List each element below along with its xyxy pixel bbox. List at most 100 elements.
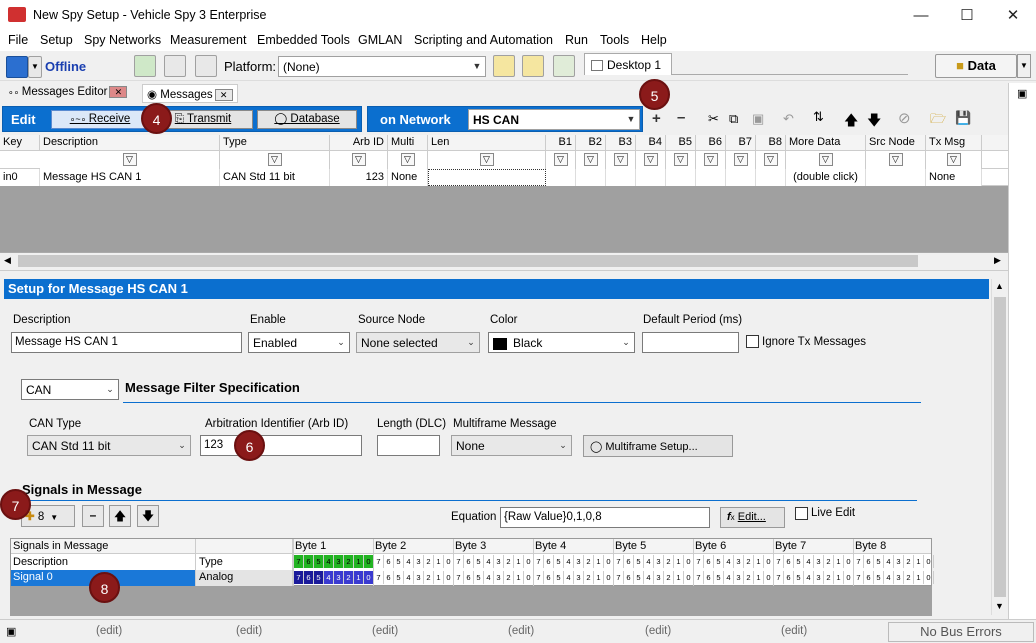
can-type-select[interactable]: CAN Std 11 bit ⌄ [27, 435, 191, 456]
database-gear-icon[interactable] [522, 55, 544, 77]
bit-cell[interactable]: 4 [644, 555, 654, 568]
bit-cell[interactable]: 5 [794, 555, 804, 568]
bit-cell[interactable]: 6 [704, 571, 714, 584]
bit-cell[interactable]: 0 [924, 555, 934, 568]
menu-embedded-tools[interactable]: Embedded Tools [257, 33, 350, 47]
save-icon[interactable]: 💾 [955, 110, 971, 126]
signal-bit-cell[interactable]: 4 [324, 571, 334, 584]
bit-cell[interactable]: 4 [484, 571, 494, 584]
wrench-icon[interactable] [553, 55, 575, 77]
signal-bit-cell[interactable]: 7 [294, 555, 304, 568]
play-dropdown-icon[interactable]: ▼ [28, 56, 42, 78]
signal-name[interactable]: Signal 0 [13, 571, 53, 583]
signal-bit-cell[interactable]: 2 [344, 555, 354, 568]
status-edit-4[interactable]: (edit) [508, 625, 534, 637]
menu-help[interactable]: Help [641, 33, 667, 47]
column-header-more-data[interactable]: More Data [786, 135, 866, 151]
cell-tx-msg[interactable]: None [926, 169, 982, 186]
bit-cell[interactable]: 6 [384, 555, 394, 568]
bit-cell[interactable]: 4 [724, 555, 734, 568]
status-edit-6[interactable]: (edit) [781, 625, 807, 637]
bit-cell[interactable]: 1 [514, 571, 524, 584]
bit-cell[interactable]: 5 [554, 555, 564, 568]
bit-cell[interactable]: 2 [744, 571, 754, 584]
bit-cell[interactable]: 1 [594, 555, 604, 568]
bit-cell[interactable]: 6 [544, 555, 554, 568]
column-header-key[interactable]: Key [0, 135, 40, 151]
bit-cell[interactable]: 7 [614, 555, 624, 568]
menu-setup[interactable]: Setup [40, 33, 73, 47]
bit-cell[interactable]: 1 [914, 571, 924, 584]
bit-cell[interactable]: 5 [874, 555, 884, 568]
signal-bit-cell[interactable]: 5 [314, 555, 324, 568]
cell-b5[interactable] [666, 169, 696, 186]
menu-measurement[interactable]: Measurement [170, 33, 246, 47]
signal-down-icon[interactable]: 🡇 [137, 505, 159, 527]
length-input[interactable] [377, 435, 440, 456]
tab-messages[interactable]: ◉ Messages ✕ [142, 84, 238, 103]
filter-icon[interactable]: ▽ [946, 153, 961, 166]
bit-cell[interactable]: 4 [404, 571, 414, 584]
bit-cell[interactable]: 2 [824, 571, 834, 584]
bit-cell[interactable]: 6 [624, 571, 634, 584]
signal-bit-cell[interactable]: 3 [334, 555, 344, 568]
menu-gmlan[interactable]: GMLAN [358, 33, 402, 47]
cell-type[interactable]: CAN Std 11 bit [220, 169, 330, 186]
cell-b3[interactable] [606, 169, 636, 186]
filter-icon[interactable]: ▽ [267, 153, 282, 166]
bit-cell[interactable]: 3 [414, 571, 424, 584]
bit-cell[interactable]: 6 [624, 555, 634, 568]
bit-cell[interactable]: 3 [574, 555, 584, 568]
bit-cell[interactable]: 5 [634, 555, 644, 568]
scroll-down-icon[interactable]: ▼ [995, 601, 1004, 611]
bit-cell[interactable]: 2 [504, 555, 514, 568]
bit-cell[interactable]: 5 [714, 555, 724, 568]
platform-icon[interactable] [195, 55, 217, 77]
bit-cell[interactable]: 4 [724, 571, 734, 584]
close-button[interactable]: ✕ [990, 0, 1036, 31]
multiframe-setup-button[interactable]: ◯ Multiframe Setup... [583, 435, 733, 457]
bit-cell[interactable]: 1 [674, 555, 684, 568]
bit-cell[interactable]: 3 [494, 555, 504, 568]
menu-file[interactable]: File [8, 33, 28, 47]
signal-bit-cell[interactable]: 7 [294, 571, 304, 584]
bit-cell[interactable]: 0 [924, 571, 934, 584]
live-edit-checkbox[interactable] [795, 507, 808, 520]
multiframe-select[interactable]: None ⌄ [451, 435, 572, 456]
signal-bit-cell[interactable]: 5 [314, 571, 324, 584]
column-header-b1[interactable]: B1 [546, 135, 576, 151]
bit-cell[interactable]: 6 [864, 555, 874, 568]
signal-bit-cell[interactable]: 1 [354, 571, 364, 584]
filter-icon[interactable]: ▽ [703, 153, 718, 166]
bit-cell[interactable]: 3 [814, 555, 824, 568]
bit-cell[interactable]: 7 [534, 571, 544, 584]
platform-select[interactable]: (None) ▼ [278, 56, 486, 77]
bit-cell[interactable]: 6 [864, 571, 874, 584]
bit-cell[interactable]: 1 [834, 571, 844, 584]
bit-cell[interactable]: 7 [774, 571, 784, 584]
close-icon[interactable]: ✕ [214, 88, 233, 101]
bit-cell[interactable]: 4 [404, 555, 414, 568]
bit-cell[interactable]: 6 [464, 571, 474, 584]
cell-b4[interactable] [636, 169, 666, 186]
bit-cell[interactable]: 1 [594, 571, 604, 584]
bit-cell[interactable]: 2 [504, 571, 514, 584]
bit-cell[interactable]: 5 [714, 571, 724, 584]
paste-icon[interactable]: ▣ [752, 111, 764, 127]
arb-id-input[interactable]: 123 [200, 435, 362, 456]
bit-cell[interactable]: 1 [434, 571, 444, 584]
signal-up-icon[interactable]: 🡅 [109, 505, 131, 527]
bit-cell[interactable]: 1 [674, 571, 684, 584]
column-header-len[interactable]: Len [428, 135, 546, 151]
column-header-b3[interactable]: B3 [606, 135, 636, 151]
cell-description[interactable]: Message HS CAN 1 [40, 169, 220, 186]
database-icon[interactable] [493, 55, 515, 77]
open-folder-icon[interactable]: 🗁 [930, 110, 946, 132]
bit-cell[interactable]: 3 [734, 555, 744, 568]
scroll-right-icon[interactable]: ▶ [994, 255, 1001, 266]
status-edit-2[interactable]: (edit) [236, 625, 262, 637]
filter-icon[interactable]: ▽ [643, 153, 658, 166]
bit-cell[interactable]: 3 [494, 571, 504, 584]
bit-cell[interactable]: 7 [694, 571, 704, 584]
bit-cell[interactable]: 3 [654, 571, 664, 584]
